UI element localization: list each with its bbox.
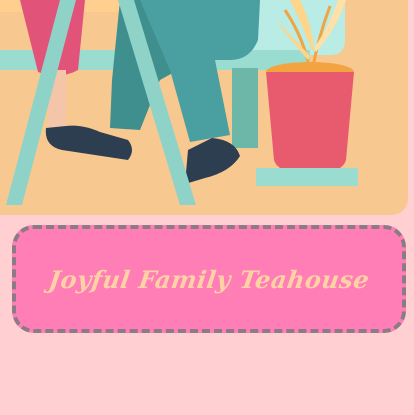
- pot-body: [266, 72, 354, 174]
- bench-leg: [232, 68, 258, 148]
- title-banner: Joyful Family Teahouse: [12, 225, 406, 333]
- pot-stand: [256, 168, 358, 186]
- title-text: Joyful Family Teahouse: [46, 264, 372, 294]
- page: Joyful Family Teahouse: [0, 0, 414, 415]
- family-at-table-illustration: [0, 0, 408, 215]
